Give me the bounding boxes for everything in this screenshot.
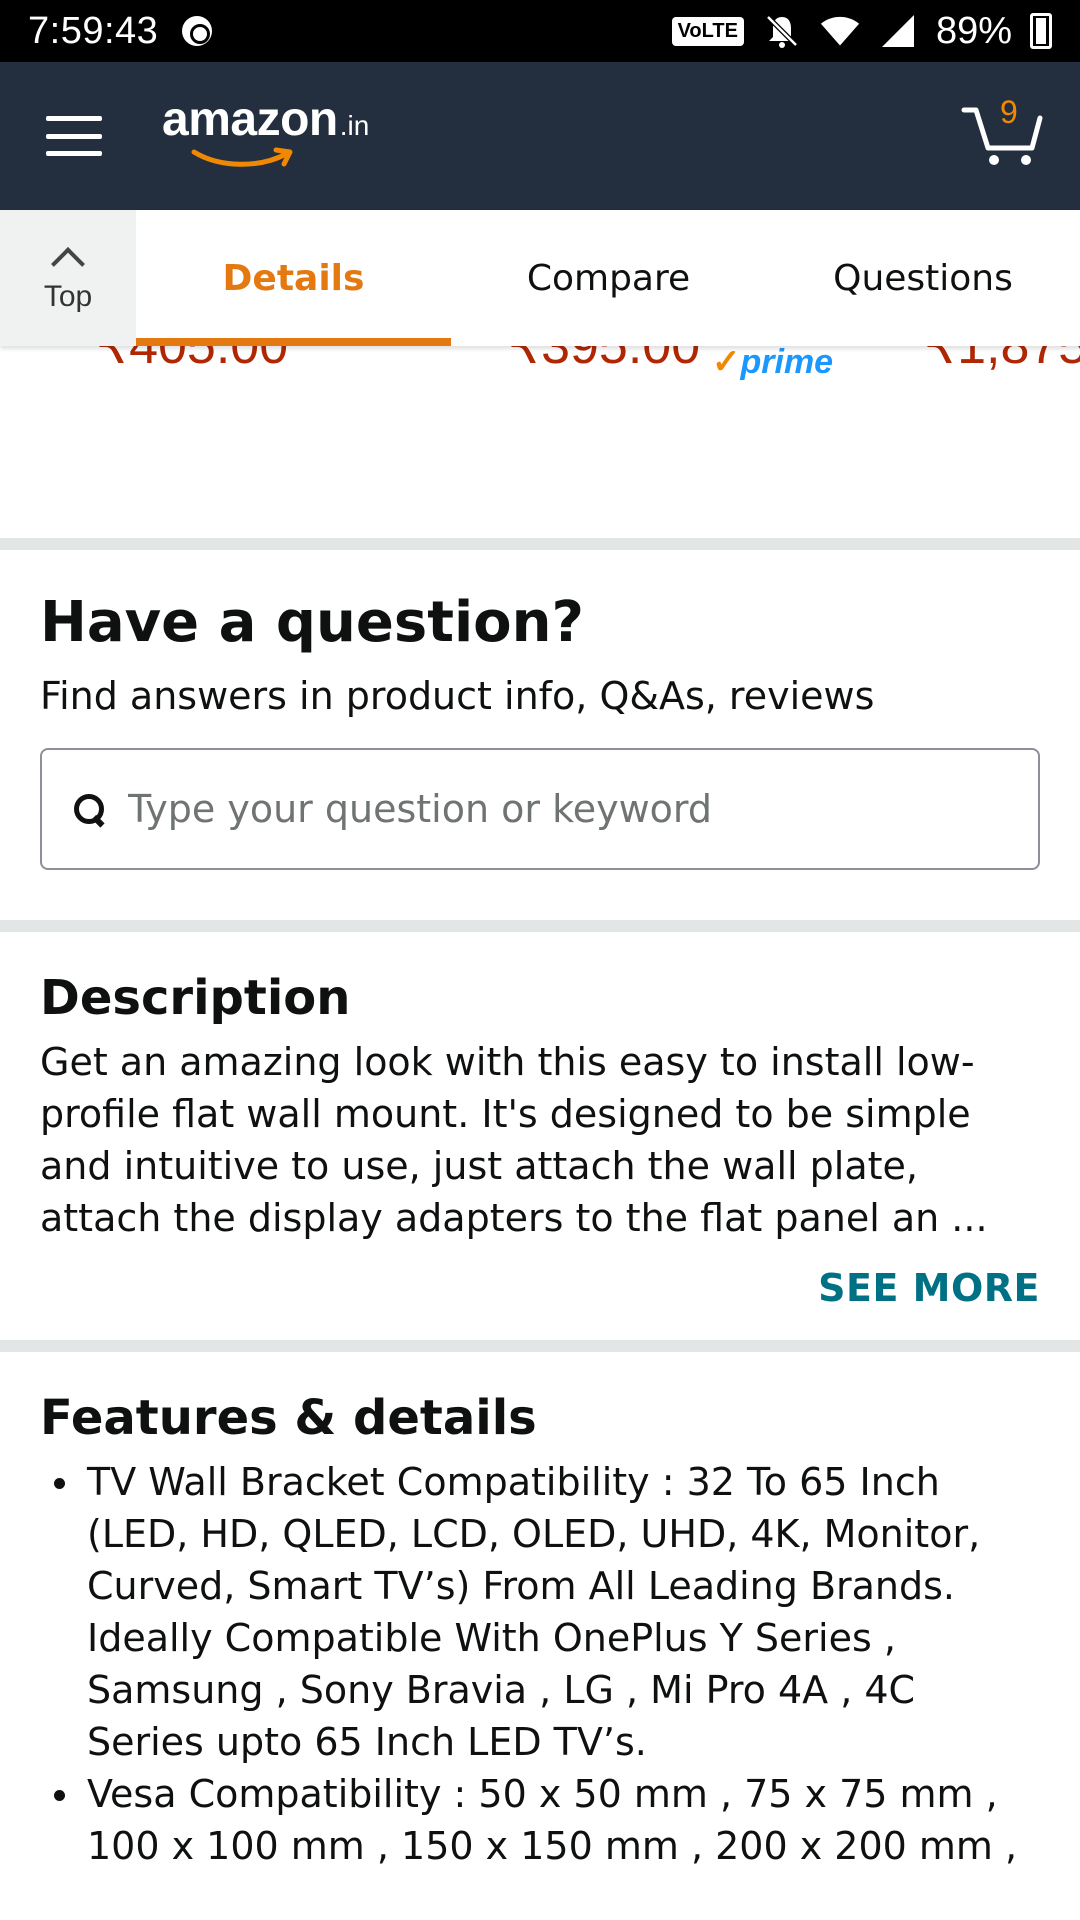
status-bar: 7:59:43 VoLTE 89% [0,0,1080,62]
compare-prices-strip: ₹405.00 ₹395.00 ✓prime ₹1,875 [0,346,1080,538]
description-section: Description Get an amazing look with thi… [0,932,1080,1340]
smile-arrow-icon [191,147,293,167]
compare-price[interactable]: ₹395.00 [508,346,700,376]
tab-compare[interactable]: Compare [451,210,766,346]
signal-icon [878,11,918,51]
features-section: Features & details TV Wall Bracket Compa… [0,1352,1080,1872]
main-content: ₹405.00 ₹395.00 ✓prime ₹1,875 Have a que… [0,346,1080,1872]
app-header: amazon .in 9 [0,62,1080,210]
features-title: Features & details [40,1390,537,1446]
cart-count-badge: 9 [1000,94,1018,130]
question-search-input[interactable] [128,787,988,831]
section-divider [0,920,1080,932]
features-list: TV Wall Bracket Compatibility : 32 To 65… [40,1456,1040,1872]
battery-percent: 89% [935,9,1012,52]
hamburger-menu-icon[interactable] [46,116,102,156]
app-notification-icon [182,16,213,46]
prime-badge: ✓prime [712,346,833,382]
mute-bell-icon [762,11,802,51]
section-divider [0,538,1080,550]
wifi-icon [820,11,860,51]
cart-button[interactable]: 9 [960,94,1044,168]
search-icon [72,792,106,826]
status-time: 7:59:43 [28,9,159,52]
tab-details[interactable]: Details [136,210,451,346]
section-tab-bar: Top Details Compare Questions [0,210,1080,346]
description-text: Get an amazing look with this easy to in… [40,1040,988,1240]
prime-label: prime [740,346,834,381]
feature-item: Vesa Compatibility : 50 x 50 mm , 75 x 7… [40,1768,1040,1872]
volte-icon: VoLTE [671,16,744,46]
scroll-to-top-button[interactable]: Top [0,210,136,346]
logo-wordmark: amazon [162,93,338,146]
compare-price[interactable]: ₹405.00 [96,346,288,376]
logo-tld: .in [339,110,370,141]
status-icons: VoLTE 89% [671,9,1052,53]
description-title: Description [40,970,351,1026]
chevron-up-icon [51,247,85,281]
question-section: Have a question? Find answers in product… [0,550,1080,920]
tab-questions[interactable]: Questions [766,210,1080,346]
section-divider [0,1340,1080,1352]
battery-charging-icon [1030,13,1052,49]
question-search-box[interactable] [40,748,1040,870]
feature-item: TV Wall Bracket Compatibility : 32 To 65… [40,1456,1040,1768]
top-label: Top [43,280,93,313]
question-title: Have a question? [40,590,584,655]
question-subtitle: Find answers in product info, Q&As, revi… [40,674,875,718]
amazon-logo[interactable]: amazon .in [162,92,370,167]
see-more-link[interactable]: SEE MORE [40,1266,1040,1310]
compare-price[interactable]: ₹1,875 [924,346,1080,376]
